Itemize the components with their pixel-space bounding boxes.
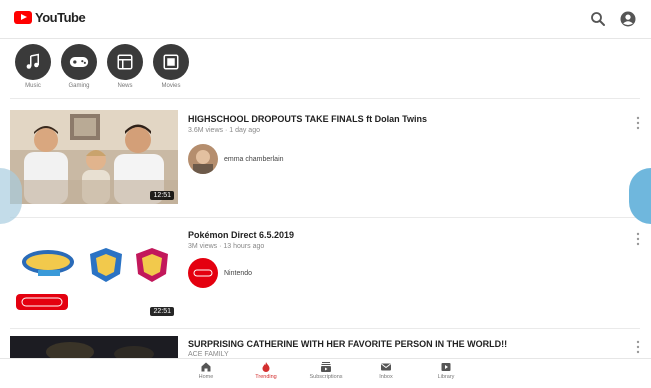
nav-label: Trending (255, 374, 277, 380)
video-card[interactable]: 22:51 Pokémon Direct 6.5.2019 3M views ·… (10, 226, 640, 322)
category-movies[interactable]: Movies (148, 44, 194, 89)
logo-text: YouTube (35, 10, 86, 25)
channel-info[interactable]: emma chamberlain (188, 144, 284, 174)
search-icon[interactable] (589, 10, 607, 28)
video-title[interactable]: SURPRISING CATHERINE WITH HER FAVORITE P… (188, 339, 507, 349)
video-thumbnail[interactable]: 12:51 (10, 110, 178, 204)
more-options-icon[interactable] (636, 116, 640, 130)
youtube-logo[interactable]: YouTube (14, 10, 86, 25)
bottom-navigation: Home Trending Subscriptions Inbox Librar… (0, 358, 651, 388)
category-label: Gaming (68, 83, 90, 89)
nav-inbox[interactable]: Inbox (356, 361, 416, 380)
more-options-icon[interactable] (636, 340, 640, 354)
home-icon (201, 362, 211, 372)
video-card[interactable]: 12:51 HIGHSCHOOL DROPOUTS TAKE FINALS ft… (10, 110, 640, 210)
video-title[interactable]: HIGHSCHOOL DROPOUTS TAKE FINALS ft Dolan… (188, 114, 427, 124)
section-divider (10, 217, 640, 218)
video-card[interactable]: SURPRISING CATHERINE WITH HER FAVORITE P… (10, 336, 640, 358)
video-duration: 12:51 (150, 191, 174, 200)
subscriptions-icon (321, 362, 331, 372)
library-icon (441, 363, 451, 371)
video-duration: 22:51 (150, 307, 174, 316)
category-label: News (117, 83, 133, 89)
app-header: YouTube (0, 0, 651, 39)
nav-trending[interactable]: Trending (236, 361, 296, 380)
nav-subscriptions[interactable]: Subscriptions (296, 361, 356, 380)
channel-avatar[interactable] (188, 144, 218, 174)
video-meta: 3.6M views · 1 day ago (188, 127, 260, 134)
video-meta: 3M views · 13 hours ago (188, 243, 265, 250)
category-label: Movies (161, 83, 181, 89)
nav-label: Subscriptions (309, 374, 343, 380)
video-thumbnail[interactable]: 22:51 (10, 226, 178, 320)
scroll-right-tab[interactable] (629, 168, 651, 224)
more-options-icon[interactable] (636, 232, 640, 246)
nav-label: Home (198, 374, 214, 380)
news-icon (107, 44, 143, 80)
category-row: Music Gaming News Movies (10, 44, 194, 89)
video-thumbnail[interactable] (10, 336, 178, 358)
channel-name[interactable]: Nintendo (224, 270, 252, 277)
nav-home[interactable]: Home (176, 361, 236, 380)
section-divider (10, 98, 640, 99)
category-label: Music (25, 83, 41, 89)
nav-library[interactable]: Library (416, 361, 476, 380)
movies-icon (153, 44, 189, 80)
youtube-play-icon (14, 11, 32, 24)
nav-label: Inbox (379, 374, 393, 380)
section-divider (10, 328, 640, 329)
trending-flame-icon (262, 362, 270, 372)
category-music[interactable]: Music (10, 44, 56, 89)
category-news[interactable]: News (102, 44, 148, 89)
nav-label: Library (437, 374, 455, 380)
music-note-icon (15, 44, 51, 80)
inbox-icon (381, 363, 391, 371)
video-meta: ACE FAMILY (188, 351, 229, 358)
channel-name[interactable]: emma chamberlain (224, 156, 284, 163)
video-title[interactable]: Pokémon Direct 6.5.2019 (188, 230, 294, 240)
channel-avatar[interactable] (188, 258, 218, 288)
gaming-controller-icon (61, 44, 97, 80)
account-icon[interactable] (619, 10, 637, 28)
channel-info[interactable]: Nintendo (188, 258, 252, 288)
category-gaming[interactable]: Gaming (56, 44, 102, 89)
